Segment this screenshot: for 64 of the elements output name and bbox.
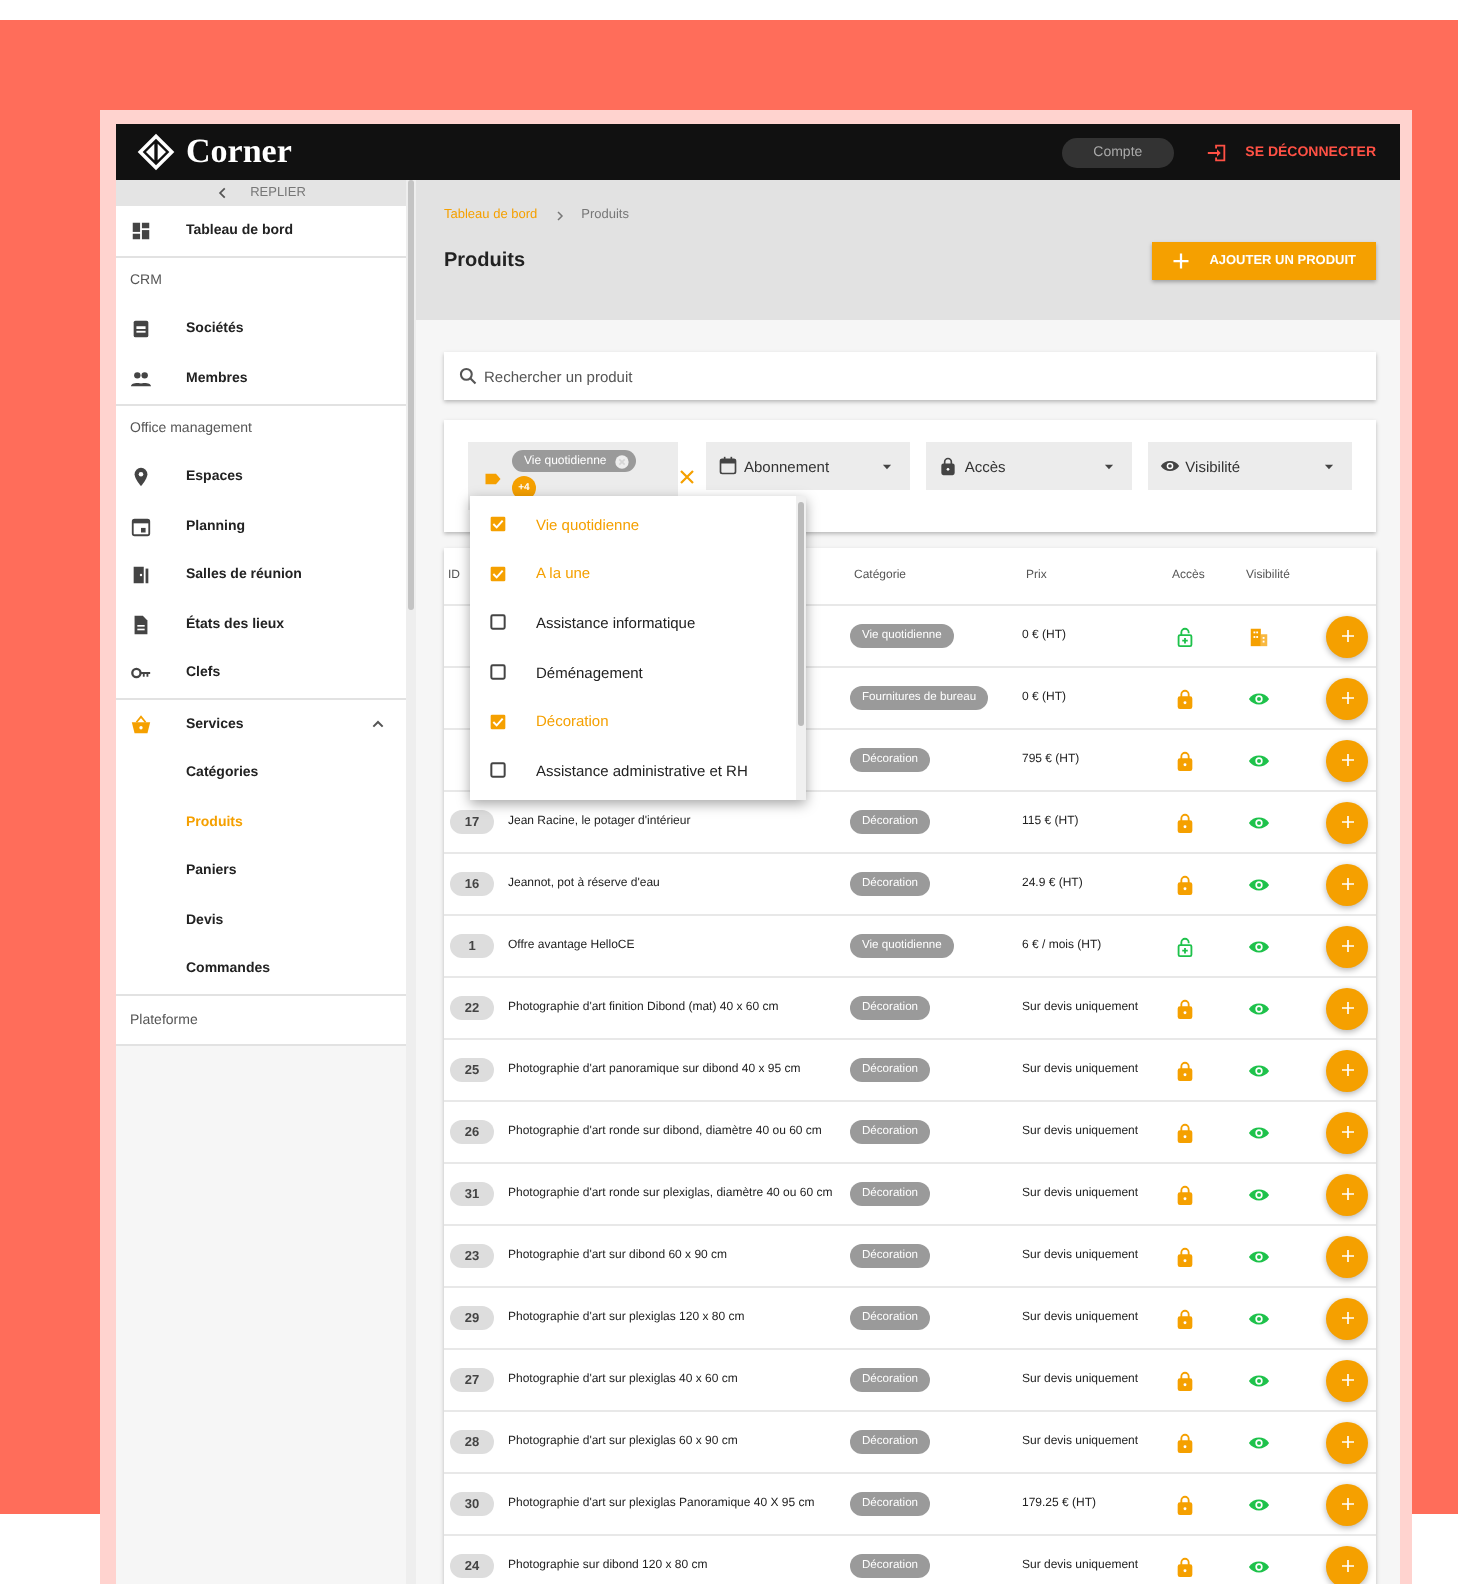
chevron-icon xyxy=(216,186,231,200)
add-button[interactable] xyxy=(1326,1235,1368,1277)
plus-icon xyxy=(1339,752,1355,768)
tag-icon xyxy=(484,470,502,488)
add-button[interactable] xyxy=(1326,1111,1368,1153)
add-button[interactable] xyxy=(1326,1421,1368,1463)
menu-item-icon xyxy=(130,713,152,736)
add-button[interactable] xyxy=(1326,801,1368,843)
menu-item-icon xyxy=(130,466,152,489)
plus-icon xyxy=(1339,1124,1355,1140)
plus-icon xyxy=(1339,938,1355,954)
calendar-icon xyxy=(718,456,738,476)
plus-icon xyxy=(1339,1372,1355,1388)
plus-icon xyxy=(1339,1496,1355,1512)
add-button[interactable] xyxy=(1326,925,1368,967)
menu-item-icon xyxy=(130,564,152,587)
add-button[interactable] xyxy=(1326,1545,1368,1584)
page-title: Produits xyxy=(444,250,526,272)
dropdown-icon xyxy=(880,459,895,473)
plus-icon xyxy=(1339,1558,1355,1574)
remove-icon xyxy=(614,453,631,469)
add-button[interactable] xyxy=(1326,1049,1368,1091)
dropdown-icon xyxy=(1101,459,1116,473)
plus-icon xyxy=(1339,1434,1355,1450)
sidebar-scrollbar[interactable] xyxy=(406,180,416,1584)
add-button[interactable] xyxy=(1326,677,1368,719)
checkbox[interactable] xyxy=(490,664,506,681)
checkbox[interactable] xyxy=(490,762,506,779)
logout-icon xyxy=(1205,141,1228,163)
menu-item-icon xyxy=(130,318,152,341)
checkbox[interactable] xyxy=(490,614,506,631)
add-button[interactable] xyxy=(1326,1359,1368,1401)
logo-icon xyxy=(136,132,176,172)
plus-icon xyxy=(1339,1062,1355,1078)
plus-icon xyxy=(1339,1310,1355,1326)
plus-icon xyxy=(1339,876,1355,892)
add-button[interactable] xyxy=(1326,739,1368,781)
add-button[interactable] xyxy=(1326,1173,1368,1215)
plus-icon xyxy=(1339,1000,1355,1016)
chevron-icon xyxy=(553,209,566,221)
clear-icon[interactable] xyxy=(678,468,696,486)
add-button[interactable] xyxy=(1326,615,1368,657)
checkbox[interactable] xyxy=(490,713,506,730)
plus-icon xyxy=(1339,814,1355,830)
plus-icon xyxy=(1339,628,1355,644)
plus-icon xyxy=(1171,252,1190,270)
dropdown-icon xyxy=(1321,459,1336,473)
add-button[interactable] xyxy=(1326,1297,1368,1339)
menu-item-icon xyxy=(130,219,152,242)
menu-item-icon xyxy=(130,613,152,636)
add-button[interactable] xyxy=(1326,1483,1368,1525)
menu-item-icon xyxy=(130,367,152,390)
checkbox[interactable] xyxy=(490,565,506,582)
checkbox[interactable] xyxy=(490,516,506,533)
plus-icon xyxy=(1339,690,1355,706)
plus-icon xyxy=(1339,1186,1355,1202)
add-button[interactable] xyxy=(1326,987,1368,1029)
menu-scrollbar[interactable] xyxy=(796,496,806,800)
brand-name: Corner xyxy=(186,132,292,172)
eye-icon xyxy=(1159,456,1180,476)
plus-icon xyxy=(1339,1248,1355,1264)
add-button[interactable] xyxy=(1326,863,1368,905)
menu-item-icon xyxy=(130,515,152,538)
lock-icon xyxy=(938,456,959,476)
